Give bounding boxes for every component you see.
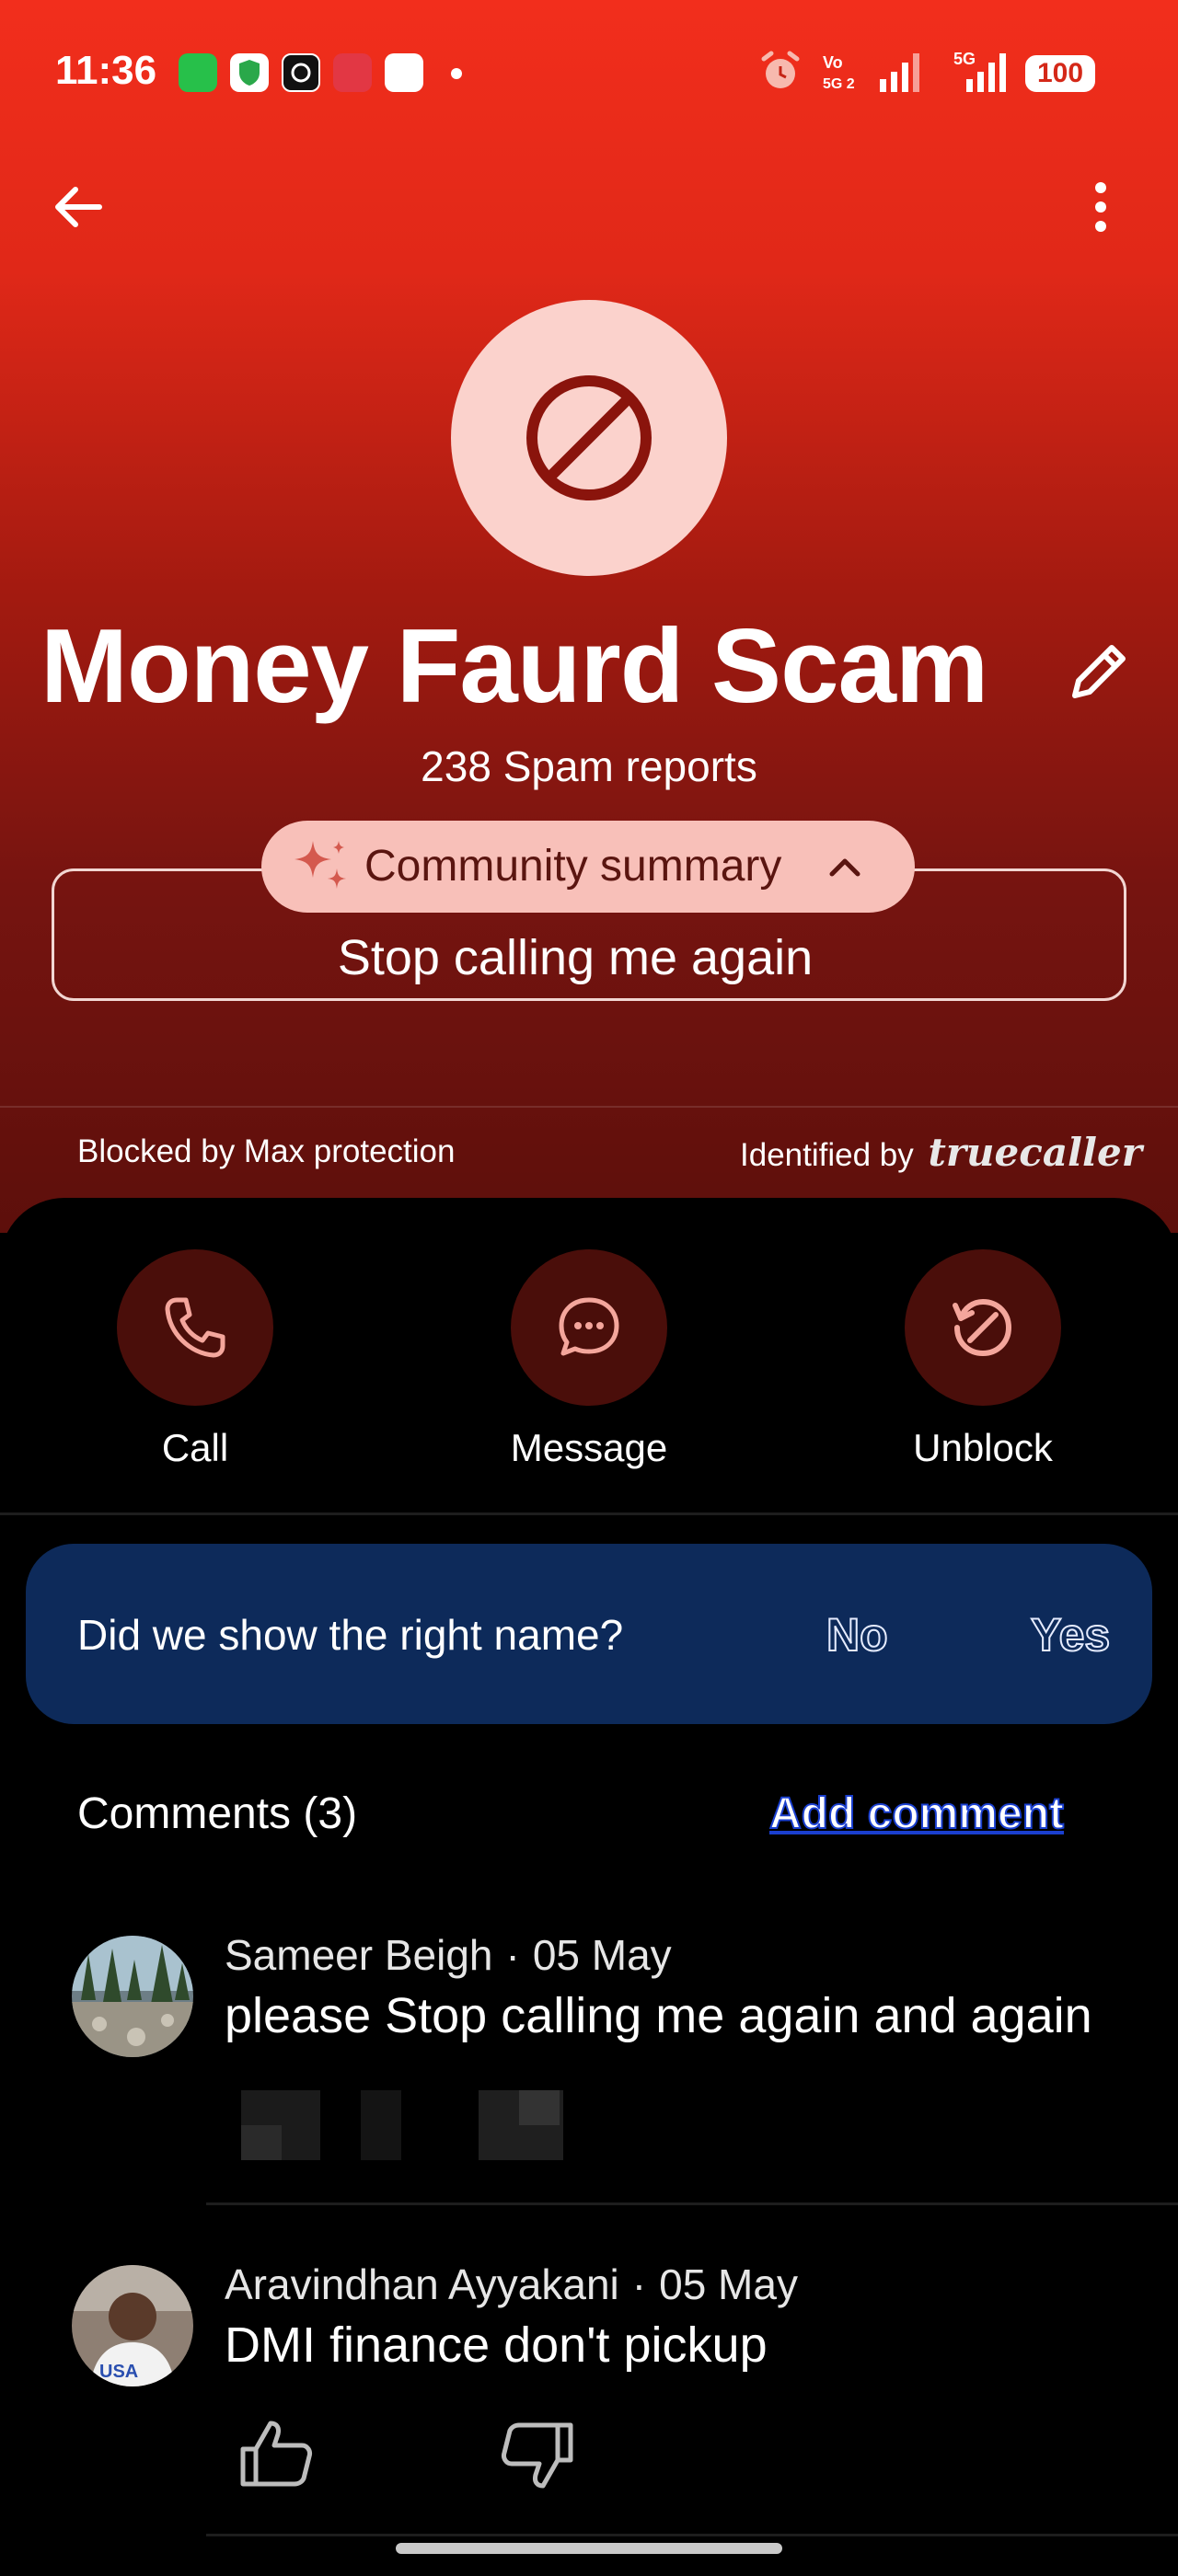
- community-summary-toggle[interactable]: Community summary: [261, 821, 915, 913]
- comments-title: Comments (3): [77, 1789, 358, 1838]
- back-arrow-icon: [55, 187, 102, 227]
- comment-date: 05 May: [532, 1931, 672, 1979]
- more-vertical-icon: [1095, 182, 1106, 232]
- message-label: Message: [510, 1426, 668, 1469]
- add-comment-link[interactable]: Add comment: [768, 1788, 1065, 1839]
- community-summary-text: Stop calling me again: [337, 930, 814, 985]
- svg-text:5G 2: 5G 2: [823, 76, 855, 92]
- contact-name: Money Faurd Scam: [40, 608, 988, 725]
- unblock-circle: [905, 1249, 1061, 1406]
- battery-indicator: 100: [1025, 55, 1095, 92]
- status-bar: 11:36 Vo 5G 2 5G 100: [0, 0, 1178, 147]
- signal-icon: [880, 53, 919, 92]
- truecaller-logo: truecaller: [928, 1130, 1142, 1175]
- avatar: [72, 1936, 193, 2057]
- identified-by-label: Identified by: [740, 1137, 914, 1173]
- phone-icon: [165, 1297, 225, 1358]
- sparkle-icon: [294, 841, 346, 889]
- 5g-signal-icon: 5G: [953, 50, 1006, 92]
- comment-meta: Aravindhan Ayyakani · 05 May: [225, 2260, 798, 2308]
- svg-text:Vo: Vo: [823, 53, 843, 72]
- caller-avatar: [451, 300, 727, 576]
- divider: [0, 1106, 1178, 1108]
- notification-dot: [451, 68, 462, 79]
- thumbs-down-icon[interactable]: [497, 2418, 576, 2491]
- chevron-up-icon: [829, 858, 860, 877]
- divider: [206, 2202, 1178, 2205]
- svg-text:USA: USA: [99, 2362, 138, 2382]
- comment-author: Aravindhan Ayyakani: [225, 2260, 619, 2308]
- message-circle: [511, 1249, 667, 1406]
- contact-name-row: Money Faurd Scam: [0, 598, 1178, 736]
- edit-name-button[interactable]: [1062, 635, 1136, 708]
- call-button[interactable]: Call: [57, 1249, 333, 1470]
- comment-meta: Sameer Beigh · 05 May: [225, 1931, 672, 1979]
- message-icon: [559, 1297, 619, 1356]
- comment-text: please Stop calling me again and again: [225, 1988, 1092, 2043]
- app-icon: [385, 53, 423, 92]
- call-circle: [117, 1249, 273, 1406]
- name-feedback-card: Did we show the right name? No Yes: [26, 1544, 1152, 1724]
- comment-date: 05 May: [659, 2260, 798, 2308]
- feedback-yes-button[interactable]: Yes: [1030, 1608, 1111, 1662]
- threads-icon: [282, 53, 320, 92]
- unblock-button[interactable]: Unblock: [845, 1249, 1121, 1470]
- divider: [206, 2534, 1178, 2536]
- unblock-label: Unblock: [913, 1426, 1053, 1469]
- blocked-icon: [526, 375, 652, 500]
- status-time: 11:36: [55, 48, 157, 93]
- alarm-icon: [761, 51, 800, 88]
- comment-author: Sameer Beigh: [225, 1931, 493, 1979]
- back-button[interactable]: [46, 175, 110, 239]
- avatar: USA: [72, 2265, 193, 2386]
- whatsapp-icon: [179, 53, 217, 92]
- message-button[interactable]: Message: [451, 1249, 727, 1470]
- unblock-icon: [953, 1298, 1012, 1357]
- spam-reports: 238 Spam reports: [421, 742, 757, 790]
- comment-text: DMI finance don't pickup: [225, 2317, 768, 2373]
- feedback-no-button[interactable]: No: [826, 1608, 889, 1662]
- blocked-by-label: Blocked by Max protection: [77, 1133, 456, 1169]
- zomato-icon: [333, 53, 372, 92]
- call-label: Call: [161, 1426, 229, 1469]
- thumbs-up-icon[interactable]: [237, 2418, 317, 2491]
- identified-by: Identified by truecaller: [740, 1130, 1142, 1175]
- more-options-button[interactable]: [1073, 175, 1128, 239]
- svg-text:5G: 5G: [953, 50, 976, 68]
- community-summary-label: Community summary: [364, 842, 782, 891]
- divider: [0, 1512, 1178, 1515]
- pencil-icon: [1072, 645, 1126, 698]
- shield-icon: [230, 53, 269, 92]
- name-feedback-question: Did we show the right name?: [77, 1611, 624, 1659]
- volte-icon: Vo 5G 2: [823, 53, 855, 92]
- home-indicator[interactable]: [396, 2543, 782, 2554]
